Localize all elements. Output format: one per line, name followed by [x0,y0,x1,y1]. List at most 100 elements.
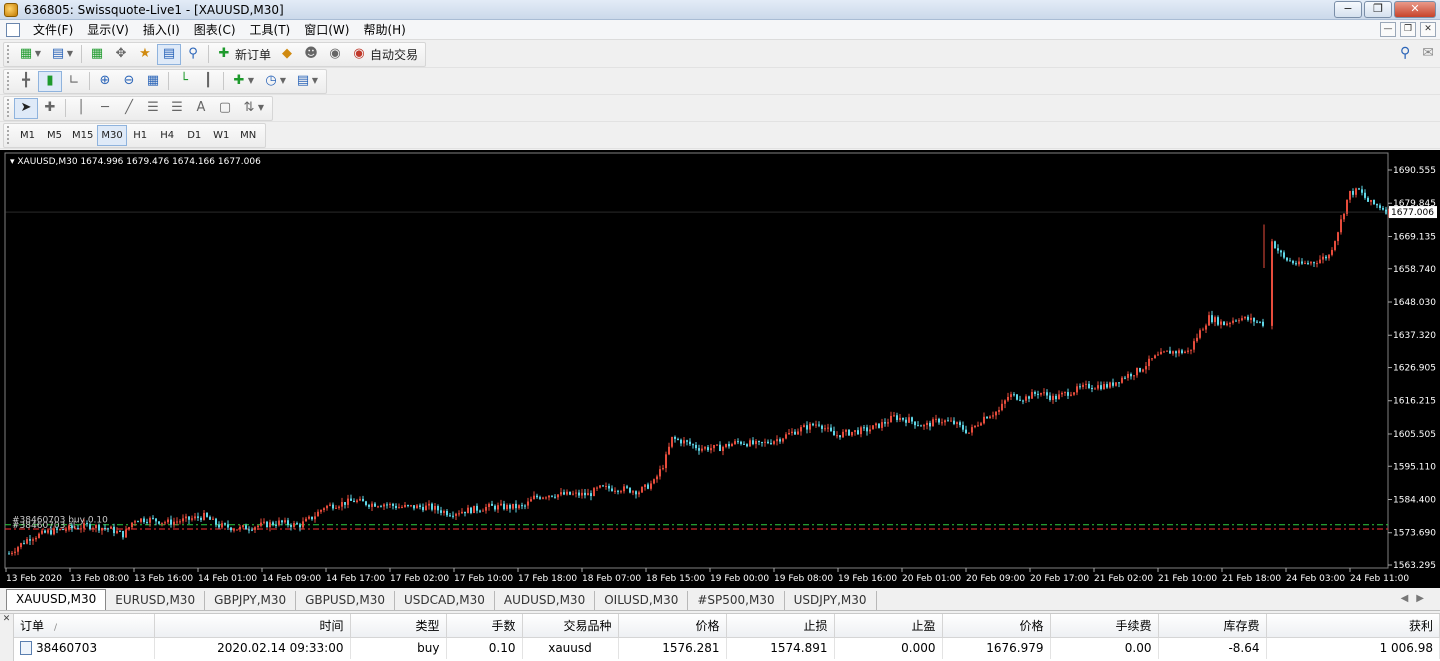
arrows-button[interactable]: ⇅ ▼ [237,98,269,119]
column-header[interactable]: 价格 [942,614,1051,638]
search-icon[interactable]: ⚲ [1400,45,1410,61]
timeframe-m1[interactable]: M1 [14,125,41,146]
menu-view[interactable]: 显示(V) [80,20,136,40]
candle-body [170,519,172,525]
new-chart-button[interactable]: ▦ ▼ [14,44,46,65]
candle-body [698,448,700,451]
menu-insert[interactable]: 插入(I) [136,20,187,40]
tab-scroll-arrows[interactable]: ◀▶ [1401,593,1432,604]
menu-file[interactable]: 文件(F) [26,20,80,40]
tab-eurusd[interactable]: EURUSD,M30 [106,591,206,610]
column-header[interactable]: 库存费 [1158,614,1267,638]
scroll-right-icon[interactable]: ▶ [1416,593,1432,604]
charts-toolbar: ╋ ▮ ∟ ⊕ ⊖ ▦ └ ┃ ✚ ▼ ◷ ▼ ▤ ▼ [0,68,1440,95]
indicators-button[interactable]: ✚ ▼ [227,71,259,92]
menu-help[interactable]: 帮助(H) [356,20,412,40]
data-window-button[interactable]: ✥ [109,44,133,65]
minimize-button[interactable]: − [1334,1,1362,18]
auto-scroll-button[interactable]: └ [172,71,196,92]
text-button[interactable]: A [189,98,213,119]
candlestick-button[interactable]: ▮ [38,70,62,92]
tile-windows-button[interactable]: ▦ [141,71,165,92]
timeframe-w1[interactable]: W1 [208,125,235,146]
tab-audusd[interactable]: AUDUSD,M30 [495,591,596,610]
line-chart-button[interactable]: ∟ [62,71,86,92]
terminal-button[interactable]: ▤ [157,43,181,65]
trendline-button[interactable]: ╱ [117,98,141,119]
toolbar-grip[interactable] [7,45,10,63]
timeframe-d1[interactable]: D1 [181,125,208,146]
candle-body [161,522,163,524]
timeframe-m15[interactable]: M15 [68,125,97,146]
strategy-tester-button[interactable]: ⚲ [181,44,205,65]
signals-button[interactable]: ◉ [323,44,347,65]
timeframe-m5[interactable]: M5 [41,125,68,146]
price-chart[interactable]: ▾ XAUUSD,M30 1674.996 1679.476 1674.166 … [0,150,1440,588]
mdi-restore-button[interactable]: ❐ [1400,22,1416,37]
timeframe-m30[interactable]: M30 [97,124,127,146]
column-header[interactable]: 手数 [446,614,523,638]
menu-tools[interactable]: 工具(T) [243,20,298,40]
window-controls: − ❐ ✕ [1334,1,1436,18]
fibonacci-button[interactable]: ☰ [165,98,189,119]
vertical-line-button[interactable]: │ [69,98,93,119]
menu-window[interactable]: 窗口(W) [297,20,356,40]
chat-icon[interactable]: ✉ [1422,45,1434,61]
new-order-button[interactable]: ✚ 新订单 [212,44,275,65]
bar-chart-button[interactable]: ╋ [14,71,38,92]
zoom-in-button[interactable]: ⊕ [93,71,117,92]
tab-xauusd[interactable]: XAUUSD,M30 [6,589,107,610]
timeframe-h1[interactable]: H1 [127,125,154,146]
candle-body [1241,318,1243,321]
chart-window-icon[interactable] [6,22,20,37]
crosshair-button[interactable]: ✚ [38,98,62,119]
scroll-left-icon[interactable]: ◀ [1401,593,1417,604]
toolbar-grip[interactable] [7,72,10,90]
column-header[interactable]: 时间 [154,614,351,638]
close-button[interactable]: ✕ [1394,1,1436,18]
mdi-close-button[interactable]: ✕ [1420,22,1436,37]
timeframe-h4[interactable]: H4 [154,125,181,146]
chart-canvas[interactable]: ▾ XAUUSD,M30 1674.996 1679.476 1674.166 … [0,150,1440,588]
mdi-minimize-button[interactable]: — [1380,22,1396,37]
text-label-button[interactable]: ▢ [213,98,237,119]
profiles-button[interactable]: ▤ ▼ [46,44,78,65]
toolbar-grip[interactable] [7,99,10,117]
periods-button[interactable]: ◷ ▼ [259,71,291,92]
tab-usdjpy[interactable]: USDJPY,M30 [785,591,877,610]
candle-body [605,485,607,487]
timeframe-mn[interactable]: MN [235,125,262,146]
account-button[interactable]: ☻ [299,44,323,65]
tab-gbpusd[interactable]: GBPUSD,M30 [296,591,395,610]
metaeditor-button[interactable]: ◆ [275,44,299,65]
tab-gbpjpy[interactable]: GBPJPY,M30 [205,591,297,610]
column-header[interactable]: 止损 [726,614,835,638]
table-row[interactable]: 38460703 2020.02.14 09:33:00 buy 0.10 xa… [14,637,1440,659]
candle-body [1001,403,1003,411]
templates-button[interactable]: ▤ ▼ [291,71,323,92]
tab-oilusd[interactable]: OILUSD,M30 [595,591,689,610]
auto-trading-button[interactable]: ◉ 自动交易 [347,44,422,65]
zoom-out-button[interactable]: ⊖ [117,71,141,92]
column-header[interactable]: 止盈 [834,614,943,638]
column-header[interactable]: 交易品种 [522,614,619,638]
menu-charts[interactable]: 图表(C) [187,20,243,40]
candle-body [341,502,343,507]
zoom-in-icon: ⊕ [99,73,111,88]
equidistant-channel-button[interactable]: ☰ [141,98,165,119]
market-watch-button[interactable]: ▦ [85,44,109,65]
column-header[interactable]: 价格 [618,614,727,638]
column-header[interactable]: 手续费 [1050,614,1159,638]
navigator-button[interactable]: ★ [133,44,157,65]
cursor-button[interactable]: ➤ [14,97,38,119]
column-header[interactable]: 订单 / [14,614,155,638]
column-header[interactable]: 类型 [350,614,447,638]
restore-button[interactable]: ❐ [1364,1,1392,18]
horizontal-line-button[interactable]: ─ [93,98,117,119]
tab-sp500[interactable]: #SP500,M30 [688,591,785,610]
tab-usdcad[interactable]: USDCAD,M30 [395,591,495,610]
chart-shift-button[interactable]: ┃ [196,71,220,92]
column-header[interactable]: 获利 [1266,614,1440,638]
terminal-close-icon[interactable]: ✕ [0,614,14,661]
toolbar-grip[interactable] [7,126,10,144]
